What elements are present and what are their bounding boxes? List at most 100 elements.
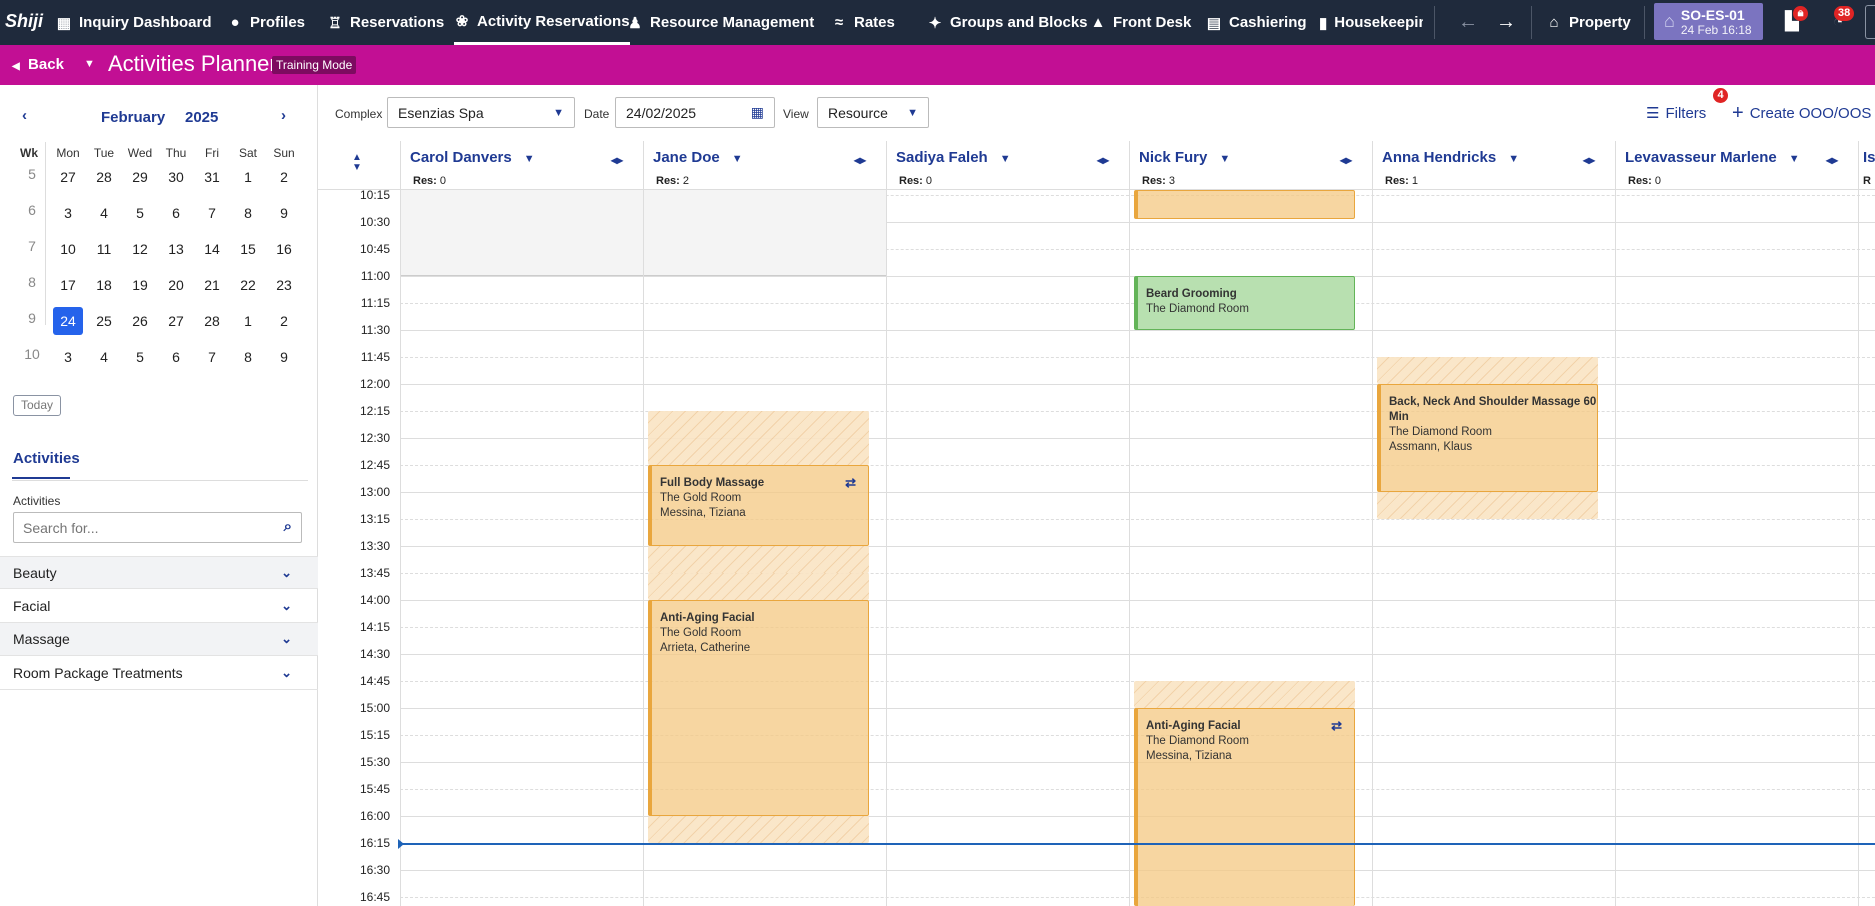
nav-item-rates[interactable]: ≈ Rates xyxy=(831,0,895,45)
calendar-day[interactable]: 22 xyxy=(233,271,263,299)
calendar-day[interactable]: 6 xyxy=(161,343,191,371)
calendar-day[interactable]: 9 xyxy=(269,199,299,227)
nav-item-groups-and-blocks[interactable]: ✦ Groups and Blocks xyxy=(927,0,1088,45)
nav-item-cashiering[interactable]: ▤ Cashiering xyxy=(1206,0,1307,45)
resource-name[interactable]: Jane Doe ▼ xyxy=(653,149,743,166)
calendar-day[interactable]: 5 xyxy=(125,343,155,371)
prev-month-icon[interactable]: ‹ xyxy=(22,107,27,124)
back-arrow-icon[interactable]: ← xyxy=(1458,0,1478,45)
nav-item-housekeeping[interactable]: ▮ Housekeeping xyxy=(1319,0,1423,45)
activity-search-input[interactable] xyxy=(14,513,264,542)
caret-down-icon[interactable]: ▼ xyxy=(1000,153,1011,165)
calendar-day[interactable]: 6 xyxy=(161,199,191,227)
calendar-day[interactable]: 1 xyxy=(233,307,263,335)
category-facial[interactable]: Facial ⌄ xyxy=(0,590,318,623)
expand-icon[interactable]: ◂▸ xyxy=(611,153,623,167)
expand-icon[interactable]: ◂▸ xyxy=(1826,153,1838,167)
calendar-day[interactable]: 21 xyxy=(197,271,227,299)
category-massage[interactable]: Massage ⌄ xyxy=(0,623,318,656)
activity-booking[interactable] xyxy=(1134,190,1355,219)
calendar-day[interactable]: 3 xyxy=(53,343,83,371)
calendar-day[interactable]: 11 xyxy=(89,235,119,263)
calendar-day[interactable]: 23 xyxy=(269,271,299,299)
calendar-year[interactable]: 2025 xyxy=(185,109,218,126)
create-ooo-button[interactable]: + Create OOO/OOS xyxy=(1732,102,1871,125)
nav-item-inquiry-dashboard[interactable]: ▦ Inquiry Dashboard xyxy=(56,0,212,45)
complex-select[interactable]: Esenzias Spa ▼ xyxy=(387,97,575,128)
caret-down-icon[interactable]: ▼ xyxy=(524,153,535,165)
nav-item-reservations[interactable]: ♖ Reservations xyxy=(327,0,444,45)
caret-down-icon[interactable]: ▼ xyxy=(1508,153,1519,165)
activity-booking[interactable]: Anti-Aging Facial The Gold Room Arrieta, C… xyxy=(648,600,869,816)
expand-icon[interactable]: ◂▸ xyxy=(1340,153,1352,167)
today-button[interactable]: Today xyxy=(13,395,61,416)
activity-booking[interactable]: Beard Grooming The Diamond Room xyxy=(1134,276,1355,330)
category-beauty[interactable]: Beauty ⌄ xyxy=(0,556,318,589)
resource-name[interactable]: Levavasseur Marlene ▼ xyxy=(1625,149,1800,166)
calendar-day[interactable]: 4 xyxy=(89,343,119,371)
calendar-day[interactable]: 25 xyxy=(89,307,119,335)
calendar-day[interactable]: 28 xyxy=(197,307,227,335)
calendar-day[interactable]: 13 xyxy=(161,235,191,263)
property-button[interactable]: ⌂ Property xyxy=(1546,0,1630,45)
calendar-day[interactable]: 2 xyxy=(269,163,299,191)
calendar-day[interactable]: 8 xyxy=(233,199,263,227)
resource-name[interactable]: Is xyxy=(1863,149,1875,166)
calendar-day[interactable]: 20 xyxy=(161,271,191,299)
nav-item-activity-reservations[interactable]: ❀ Activity Reservations xyxy=(454,0,630,45)
calendar-day[interactable]: 15 xyxy=(233,235,263,263)
resource-name[interactable]: Anna Hendricks ▼ xyxy=(1382,149,1519,166)
expand-icon[interactable]: ◂▸ xyxy=(1097,153,1109,167)
calendar-day[interactable]: 28 xyxy=(89,163,119,191)
forward-arrow-icon[interactable]: → xyxy=(1496,0,1516,45)
calendar-day[interactable]: 9 xyxy=(269,343,299,371)
activity-booking[interactable]: Back, Neck And Shoulder Massage 60 Min Th… xyxy=(1377,384,1598,492)
calendar-day[interactable]: 4 xyxy=(89,199,119,227)
sort-icon[interactable]: ▲ ▼ xyxy=(352,153,362,173)
calendar-icon[interactable]: ▦ xyxy=(751,104,764,121)
swap-icon[interactable]: ⇄ xyxy=(1331,718,1342,733)
resource-name[interactable]: Sadiya Faleh ▼ xyxy=(896,149,1011,166)
calendar-day[interactable]: 7 xyxy=(197,343,227,371)
resource-name[interactable]: Nick Fury ▼ xyxy=(1139,149,1230,166)
caret-down-icon[interactable]: ▼ xyxy=(732,153,743,165)
calendar-month[interactable]: February xyxy=(101,109,165,126)
calendar-day[interactable]: 14 xyxy=(197,235,227,263)
activity-search[interactable]: ⌕ xyxy=(13,512,302,543)
activity-booking[interactable]: Full Body Massage The Gold Room Messina, T… xyxy=(648,465,869,546)
resource-name[interactable]: Carol Danvers ▼ xyxy=(410,149,535,166)
expand-icon[interactable]: ◂▸ xyxy=(1583,153,1595,167)
calendar-day[interactable]: 2 xyxy=(269,307,299,335)
calendar-day[interactable]: 31 xyxy=(197,163,227,191)
calendar-day[interactable]: 18 xyxy=(89,271,119,299)
menu-dropdown-icon[interactable]: ▼ xyxy=(84,58,95,70)
caret-down-icon[interactable]: ▼ xyxy=(1219,153,1230,165)
calendar-day[interactable]: 10 xyxy=(53,235,83,263)
calendar-day[interactable]: 19 xyxy=(125,271,155,299)
calendar-day[interactable]: 30 xyxy=(161,163,191,191)
calendar-day[interactable]: 29 xyxy=(125,163,155,191)
property-selector[interactable]: ⌂ SO-ES-01 24 Feb 16:18 xyxy=(1654,3,1763,40)
nav-item-front-desk[interactable]: ▲ Front Desk xyxy=(1090,0,1192,45)
calendar-day[interactable]: 1 xyxy=(233,163,263,191)
calendar-day[interactable]: 3 xyxy=(53,199,83,227)
calendar-day[interactable]: 27 xyxy=(53,163,83,191)
back-button[interactable]: ◀ Back xyxy=(12,56,64,73)
swap-icon[interactable]: ⇄ xyxy=(845,475,856,490)
calendar-day[interactable]: 24 xyxy=(53,307,83,335)
calendar-day[interactable]: 5 xyxy=(125,199,155,227)
date-input[interactable]: 24/02/2025 ▦ xyxy=(615,97,775,128)
calendar-day[interactable]: 7 xyxy=(197,199,227,227)
calendar-day[interactable]: 16 xyxy=(269,235,299,263)
category-room-package-treatments[interactable]: Room Package Treatments ⌄ xyxy=(0,657,318,690)
calendar-day[interactable]: 12 xyxy=(125,235,155,263)
calendar-day[interactable]: 8 xyxy=(233,343,263,371)
calendar-day[interactable]: 26 xyxy=(125,307,155,335)
search-icon[interactable]: ⌕ xyxy=(284,518,292,535)
view-select[interactable]: Resource ▼ xyxy=(817,97,929,128)
nav-item-resource-management[interactable]: ♟ Resource Management xyxy=(627,0,814,45)
filters-button[interactable]: ☰ Filters xyxy=(1646,104,1706,123)
tab-activities[interactable]: Activities xyxy=(13,450,80,467)
caret-down-icon[interactable]: ▼ xyxy=(1789,153,1800,165)
user-menu-button[interactable] xyxy=(1865,5,1875,39)
